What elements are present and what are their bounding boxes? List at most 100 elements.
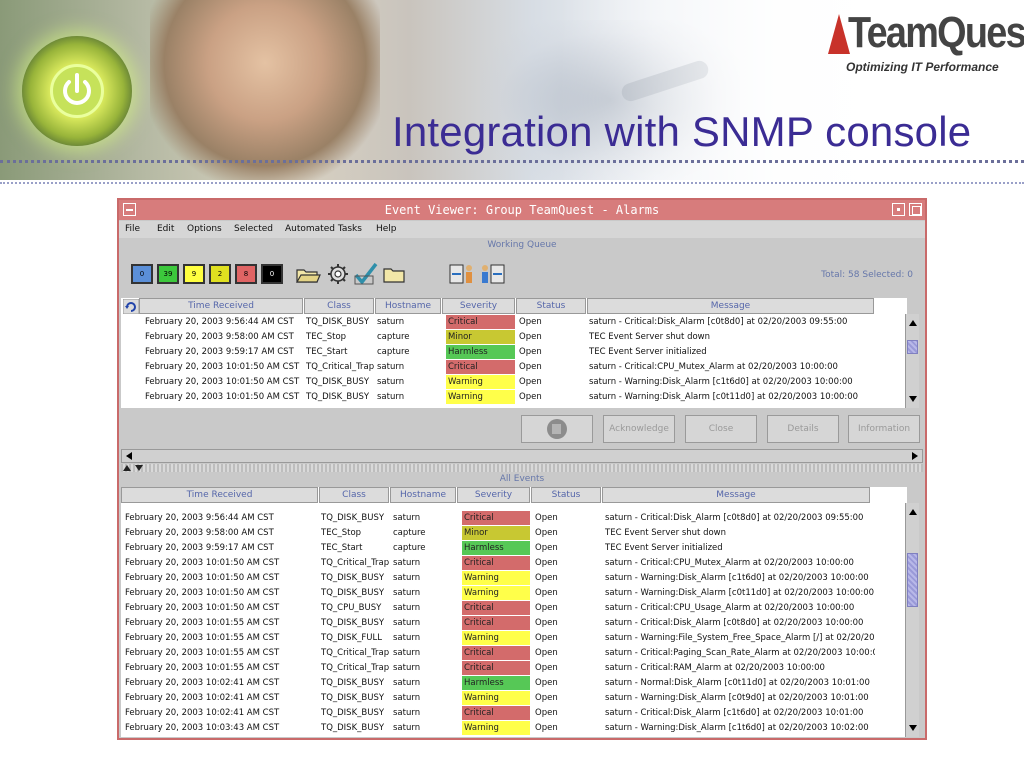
table-row[interactable]: February 20, 2003 9:59:17 AM CST TEC_Star…: [121, 541, 907, 556]
table-row[interactable]: February 20, 2003 9:56:44 AM CST TQ_DISK_…: [121, 315, 907, 330]
table-row[interactable]: February 20, 2003 10:03:43 AM CST TQ_DISK…: [121, 721, 907, 736]
refresh-icon[interactable]: [123, 299, 139, 314]
acknowledge-button[interactable]: Acknowledge: [603, 415, 675, 443]
menu-file[interactable]: File: [125, 224, 140, 234]
column-header-time-received[interactable]: Time Received: [139, 298, 303, 314]
severity-cell: Minor: [462, 526, 530, 540]
person-transfer-icon[interactable]: [479, 262, 505, 286]
class-cell: TQ_DISK_BUSY: [321, 618, 385, 628]
horizontal-scrollbar[interactable]: [121, 449, 923, 463]
all-events-scrollbar[interactable]: [905, 503, 919, 737]
column-header-class[interactable]: Class: [304, 298, 374, 314]
maximize-button[interactable]: [909, 203, 922, 216]
menu-selected[interactable]: Selected: [234, 224, 273, 234]
pane-splitter[interactable]: [121, 464, 923, 472]
column-header-hostname[interactable]: Hostname: [390, 487, 456, 503]
severity-cell: Warning: [462, 571, 530, 585]
column-header-class[interactable]: Class: [319, 487, 389, 503]
severity-cell: Harmless: [462, 541, 530, 555]
column-header-message[interactable]: Message: [587, 298, 874, 314]
splitter-arrows-icon[interactable]: [123, 464, 143, 472]
scroll-thumb[interactable]: [907, 340, 918, 354]
table-row[interactable]: February 20, 2003 9:58:00 AM CST TEC_Stop…: [121, 330, 907, 345]
time-cell: February 20, 2003 9:56:44 AM CST: [145, 317, 294, 327]
status-cell: Open: [519, 377, 542, 387]
menu-automated-tasks[interactable]: Automated Tasks: [285, 224, 362, 234]
window-titlebar[interactable]: Event Viewer: Group TeamQuest - Alarms: [119, 200, 925, 220]
column-header-time-received[interactable]: Time Received: [121, 487, 318, 503]
table-row[interactable]: February 20, 2003 10:01:50 AM CST TQ_CPU_…: [121, 601, 907, 616]
scroll-down-arrow-icon[interactable]: [908, 723, 918, 733]
time-cell: February 20, 2003 10:01:50 AM CST: [145, 392, 300, 402]
table-row[interactable]: February 20, 2003 10:01:55 AM CST TQ_DISK…: [121, 616, 907, 631]
scroll-up-arrow-icon[interactable]: [908, 507, 918, 517]
severity-count-unknown[interactable]: 0: [131, 264, 153, 284]
table-row[interactable]: February 20, 2003 10:01:55 AM CST TQ_DISK…: [121, 631, 907, 646]
check-icon[interactable]: [353, 262, 379, 286]
table-row[interactable]: February 20, 2003 9:56:44 AM CST TQ_DISK_…: [121, 511, 907, 526]
table-row[interactable]: February 20, 2003 10:01:50 AM CST TQ_Crit…: [121, 360, 907, 375]
details-button[interactable]: Details: [767, 415, 839, 443]
table-row[interactable]: February 20, 2003 9:58:00 AM CST TEC_Stop…: [121, 526, 907, 541]
table-row[interactable]: February 20, 2003 10:02:41 AM CST TQ_DISK…: [121, 706, 907, 721]
minimize-button[interactable]: [892, 203, 905, 216]
time-cell: February 20, 2003 10:02:41 AM CST: [125, 693, 280, 703]
table-row[interactable]: February 20, 2003 10:02:41 AM CST TQ_DISK…: [121, 676, 907, 691]
column-header-message[interactable]: Message: [602, 487, 870, 503]
column-header-status[interactable]: Status: [531, 487, 601, 503]
total-selected-text: Total: 58 Selected: 0: [821, 270, 913, 280]
status-cell: Open: [519, 392, 542, 402]
table-row[interactable]: February 20, 2003 10:01:50 AM CST TQ_DISK…: [121, 375, 907, 390]
table-row[interactable]: February 20, 2003 10:01:50 AM CST TQ_Crit…: [121, 556, 907, 571]
hostname-cell: saturn: [393, 588, 421, 598]
scroll-thumb[interactable]: [907, 553, 918, 607]
message-cell: saturn - Warning:File_System_Free_Space_…: [605, 633, 875, 643]
status-cell: Open: [535, 603, 558, 613]
hostname-cell: saturn: [377, 377, 405, 387]
folder-icon[interactable]: [381, 262, 407, 286]
severity-cell: Critical: [462, 616, 530, 630]
message-cell: saturn - Warning:Disk_Alarm [c0t9d0] at …: [605, 693, 869, 703]
severity-count-fatal[interactable]: 0: [261, 264, 283, 284]
table-row[interactable]: February 20, 2003 10:01:55 AM CST TQ_Crit…: [121, 646, 907, 661]
gear-icon[interactable]: [325, 262, 351, 286]
column-header-hostname[interactable]: Hostname: [375, 298, 441, 314]
person-task-icon[interactable]: [449, 262, 475, 286]
column-header-severity[interactable]: Severity: [442, 298, 515, 314]
table-row[interactable]: February 20, 2003 10:01:50 AM CST TQ_DISK…: [121, 586, 907, 601]
status-cell: Open: [535, 618, 558, 628]
table-row[interactable]: February 20, 2003 10:01:50 AM CST TQ_DISK…: [121, 390, 907, 405]
severity-cell: Critical: [446, 360, 515, 374]
teamquest-logo: TeamQuest Optimizing IT Performance: [828, 8, 1024, 78]
message-cell: saturn - Warning:Disk_Alarm [c0t11d0] at…: [589, 392, 859, 402]
severity-count-minor[interactable]: 2: [209, 264, 231, 284]
action-button-bar: Acknowledge Close Details Information: [121, 409, 923, 449]
severity-count-harmless[interactable]: 39: [157, 264, 179, 284]
hostname-cell: capture: [377, 347, 410, 357]
time-cell: February 20, 2003 9:56:44 AM CST: [125, 513, 274, 523]
working-queue-scrollbar[interactable]: [905, 314, 919, 408]
information-button[interactable]: Information: [848, 415, 920, 443]
close-button[interactable]: Close: [685, 415, 757, 443]
scroll-down-arrow-icon[interactable]: [908, 394, 918, 404]
table-row[interactable]: February 20, 2003 9:59:17 AM CST TEC_Star…: [121, 345, 907, 360]
menu-options[interactable]: Options: [187, 224, 222, 234]
scroll-up-arrow-icon[interactable]: [908, 318, 918, 328]
table-row[interactable]: February 20, 2003 10:02:41 AM CST TQ_DISK…: [121, 691, 907, 706]
time-cell: February 20, 2003 10:02:41 AM CST: [125, 678, 280, 688]
table-row[interactable]: February 20, 2003 10:01:55 AM CST TQ_Crit…: [121, 661, 907, 676]
severity-count-critical[interactable]: 8: [235, 264, 257, 284]
scroll-right-arrow-icon[interactable]: [910, 451, 920, 461]
menu-help[interactable]: Help: [376, 224, 397, 234]
column-header-severity[interactable]: Severity: [457, 487, 530, 503]
open-folder-icon[interactable]: [295, 262, 321, 286]
table-row[interactable]: February 20, 2003 10:01:50 AM CST TQ_DISK…: [121, 571, 907, 586]
column-header-status[interactable]: Status: [516, 298, 586, 314]
window-menu-button[interactable]: [123, 203, 136, 216]
status-cell: Open: [535, 663, 558, 673]
scroll-left-arrow-icon[interactable]: [124, 451, 134, 461]
task-button[interactable]: [521, 415, 593, 443]
menu-edit[interactable]: Edit: [157, 224, 174, 234]
severity-cell: Warning: [462, 631, 530, 645]
severity-count-warning[interactable]: 9: [183, 264, 205, 284]
